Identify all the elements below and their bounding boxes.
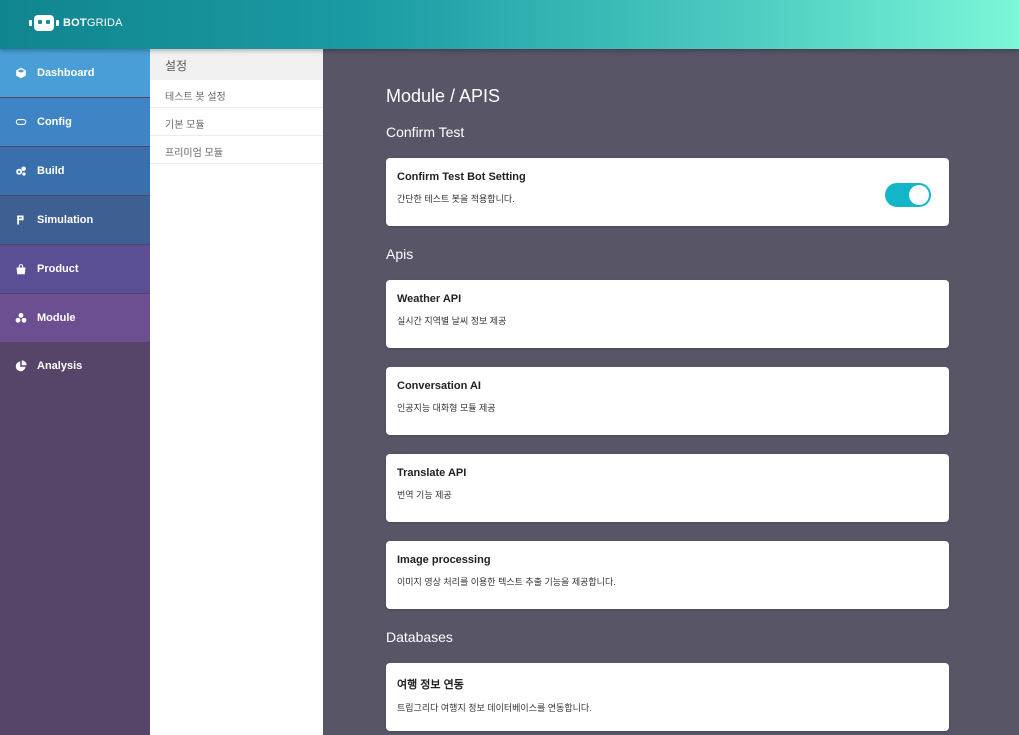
gears-icon [15, 165, 27, 177]
card-description: 실시간 지역별 날씨 정보 제공 [397, 316, 507, 326]
translate-api-card[interactable]: Translate API 번역 기능 제공 [386, 454, 949, 522]
card-description: 이미지 영상 처리를 이용한 텍스트 추출 기능을 제공합니다. [397, 577, 616, 587]
travel-info-card[interactable]: 여행 정보 연동 트립그리다 여행지 정보 데이터베이스를 연동합니다. [386, 663, 949, 731]
toggle-knob [909, 185, 929, 205]
card-title: Image processing [397, 554, 491, 566]
sidebar-item-label: Config [37, 116, 72, 128]
sub-navigation-header: 설정 [150, 49, 323, 80]
main-content: Module / APIS Confirm Test Confirm Test … [323, 49, 1019, 735]
section-title-databases: Databases [386, 629, 453, 645]
card-title: Translate API [397, 467, 467, 479]
conversation-ai-card[interactable]: Conversation AI 인공지능 대화형 모듈 제공 [386, 367, 949, 435]
logo-text-bold: BOT [63, 17, 87, 29]
card-description: 트립그리다 여행지 정보 데이터베이스를 연동합니다. [397, 703, 592, 713]
sidebar-item-analysis[interactable]: Analysis [0, 342, 150, 390]
logo[interactable]: BOTGRIDA [29, 15, 123, 31]
subnav-item-basic-module[interactable]: 기본 모듈 [150, 108, 323, 136]
branch-icon [15, 214, 27, 226]
toggle-icon [15, 116, 27, 128]
section-title-apis: Apis [386, 246, 414, 262]
sidebar-item-module[interactable]: Module [0, 294, 150, 342]
card-description: 인공지능 대화형 모듈 제공 [397, 403, 496, 413]
sidebar-item-label: Simulation [37, 214, 94, 226]
sub-navigation: 설정 테스트 봇 설정 기본 모듈 프리미엄 모듈 [150, 49, 323, 735]
card-description: 번역 기능 제공 [397, 490, 452, 500]
cube-icon [15, 67, 27, 79]
image-processing-card[interactable]: Image processing 이미지 영상 처리를 이용한 텍스트 추출 기… [386, 541, 949, 609]
sidebar-item-product[interactable]: Product [0, 245, 150, 293]
sidebar-item-build[interactable]: Build [0, 147, 150, 195]
sidebar: Dashboard Config Build Simulation Produc… [0, 49, 150, 735]
sidebar-item-simulation[interactable]: Simulation [0, 196, 150, 244]
sidebar-item-label: Product [37, 263, 79, 275]
logo-text: BOTGRIDA [63, 17, 123, 29]
card-title: 여행 정보 연동 [397, 679, 464, 691]
confirm-test-card: Confirm Test Bot Setting 간단한 테스트 봇을 적용합니… [386, 158, 949, 226]
card-title: Weather API [397, 293, 462, 305]
confirm-test-toggle[interactable] [885, 183, 931, 207]
top-bar: BOTGRIDA [0, 0, 1019, 49]
sidebar-item-label: Build [37, 165, 65, 177]
cubes-icon [15, 312, 27, 324]
sidebar-item-label: Module [37, 312, 76, 324]
card-title: Confirm Test Bot Setting [397, 171, 526, 183]
sidebar-item-label: Analysis [37, 360, 83, 372]
page-title: Module / APIS [386, 86, 501, 106]
card-description: 간단한 테스트 봇을 적용합니다. [397, 194, 515, 204]
sidebar-item-dashboard[interactable]: Dashboard [0, 49, 150, 97]
robot-logo-icon [29, 15, 59, 31]
card-title: Conversation AI [397, 380, 481, 392]
logo-text-rest: GRIDA [86, 17, 123, 29]
subnav-item-test-bot[interactable]: 테스트 봇 설정 [150, 80, 323, 108]
sidebar-item-config[interactable]: Config [0, 98, 150, 146]
subnav-item-premium-module[interactable]: 프리미엄 모듈 [150, 136, 323, 164]
weather-api-card[interactable]: Weather API 실시간 지역별 날씨 정보 제공 [386, 280, 949, 348]
section-title-confirm: Confirm Test [386, 124, 465, 140]
pie-chart-icon [15, 360, 27, 372]
sidebar-item-label: Dashboard [37, 67, 95, 79]
shopping-bag-icon [15, 263, 27, 275]
